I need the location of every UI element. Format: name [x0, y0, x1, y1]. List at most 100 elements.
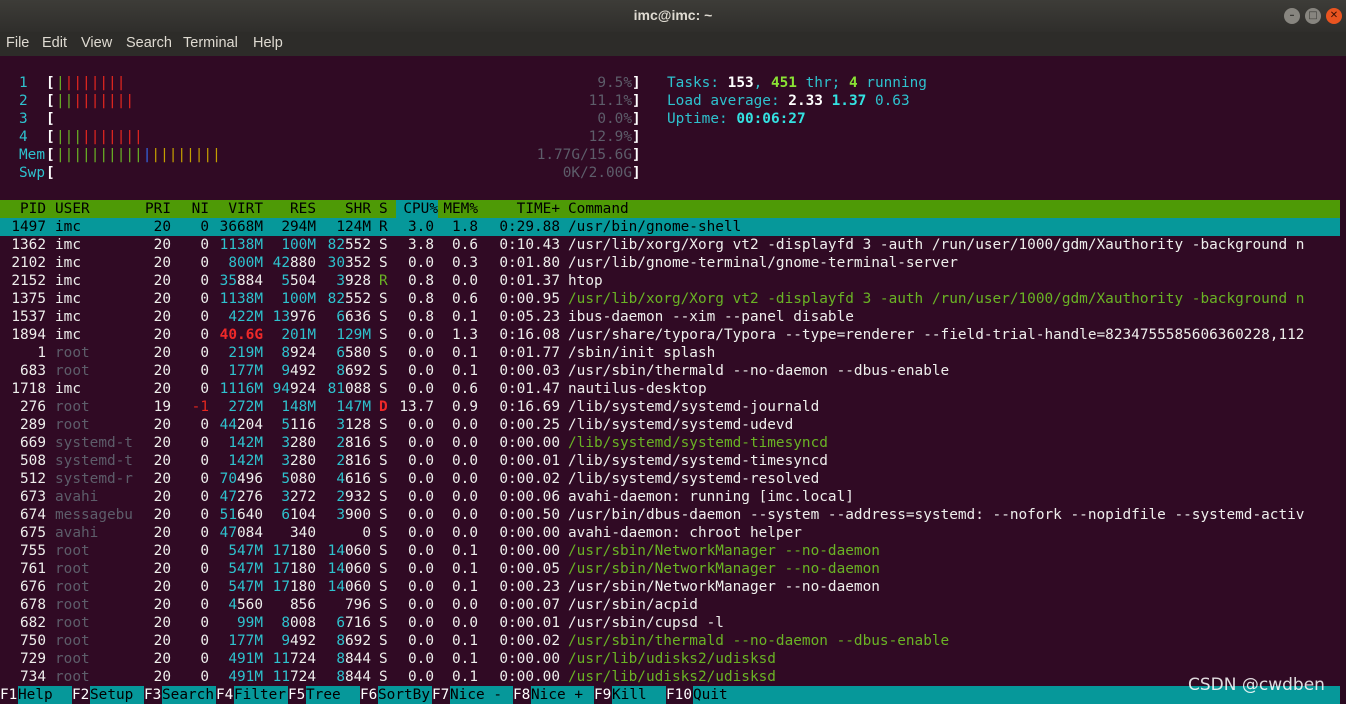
- process-row[interactable]: 673 avahi 20 0 47276 3272 2932 S 0.0 0.0 0:00.06 av…: [0, 488, 1340, 506]
- ni-column-header[interactable]: NI: [176, 200, 209, 218]
- pri-column-header[interactable]: PRI: [140, 200, 171, 218]
- process-row[interactable]: 674 messagebu 20 0 51640 6104 3900 S 0.0 0.0 0:00.…: [0, 506, 1340, 524]
- meter-bracket-close: ]: [632, 147, 641, 163]
- menu-help[interactable]: Help: [253, 35, 283, 51]
- process-row[interactable]: 1375 imc 20 0 1138M 100M 82552 S 0.8 0.6 0:00.95/u…: [0, 290, 1340, 308]
- menu-view[interactable]: View: [81, 35, 112, 51]
- process-row[interactable]: 669 systemd-t 20 0 142M 3280 2816 S 0.0 0.0 0:00.0…: [0, 434, 1340, 452]
- function-key-f8[interactable]: F8: [513, 686, 530, 704]
- res-cell: 17180: [272, 561, 316, 577]
- process-row[interactable]: 512 systemd-r 20 0 70496 5080 4616 S 0.0 0.0 0:00.…: [0, 470, 1340, 488]
- process-row[interactable]: 729 root 20 0 491M 11724 8844 S 0.0 0.1 0:00.00/us…: [0, 650, 1340, 668]
- process-row[interactable]: 1894 imc 20 0 40.6G 201M 129M S 0.0 1.3 0:16.08/us…: [0, 326, 1340, 344]
- pri-cell: 20: [153, 435, 171, 451]
- scrollbar[interactable]: [1340, 56, 1346, 704]
- function-label-setup[interactable]: Setup: [90, 686, 144, 704]
- process-row[interactable]: 1718 imc 20 0 1116M 94924 81088 S 0.0 0.6 0:01.47 n…: [0, 380, 1340, 398]
- time-column-header[interactable]: TIME+: [494, 200, 560, 218]
- menu-search[interactable]: Search: [126, 35, 172, 51]
- function-key-f6[interactable]: F6: [360, 686, 377, 704]
- function-label-search[interactable]: Search: [162, 686, 216, 704]
- function-key-f9[interactable]: F9: [594, 686, 611, 704]
- user-column-header[interactable]: USER: [55, 200, 141, 218]
- function-label-sortby[interactable]: SortBy: [378, 686, 432, 704]
- function-key-f7[interactable]: F7: [432, 686, 449, 704]
- cmd-cell: /usr/lib/xorg/Xorg vt2 -displayfd 3 -aut…: [568, 237, 1305, 253]
- pid-column-header[interactable]: PID: [0, 200, 46, 218]
- window-titlebar[interactable]: imc@imc: ~ – □ ✕: [0, 0, 1346, 32]
- cmd-column-header[interactable]: Command: [568, 200, 1338, 218]
- time-cell: 0:00.01: [499, 615, 560, 631]
- function-label-tree[interactable]: Tree: [306, 686, 360, 704]
- virt-column-header[interactable]: VIRT: [210, 200, 263, 218]
- shr-cell: 14060: [327, 561, 371, 577]
- time-cell: 0:00.07: [499, 597, 560, 613]
- uptime: Uptime: 00:06:27: [667, 111, 806, 127]
- menu-terminal[interactable]: Terminal: [183, 35, 238, 51]
- s-cell: S: [379, 525, 388, 541]
- tasks-summary: Tasks: 153, 451 thr; 4 running: [667, 75, 927, 91]
- process-row[interactable]: 289 root 20 0 44204 5116 3128 S 0.0 0.0 0:00.25/li…: [0, 416, 1340, 434]
- shr-cell: 82552: [327, 291, 371, 307]
- process-row[interactable]: 276 root 19 -1 272M 148M 147M D 13.7 0.9 0:16.69/l…: [0, 398, 1340, 416]
- function-label-kill[interactable]: Kill: [612, 686, 666, 704]
- ni-cell: 0: [200, 255, 209, 271]
- function-label-filter[interactable]: Filter: [234, 686, 288, 704]
- function-key-f4[interactable]: F4: [216, 686, 233, 704]
- process-row[interactable]: 683 root 20 0 177M 9492 8692 S 0.0 0.1 0:00.03/usr…: [0, 362, 1340, 380]
- pid-cell: 669: [20, 435, 46, 451]
- process-row[interactable]: 1362 imc 20 0 1138M 100M 82552 S 3.8 0.6 0:10.43/u…: [0, 236, 1340, 254]
- mem-cell: 0.1: [452, 561, 478, 577]
- ni-cell: -1: [191, 399, 209, 415]
- s-cell: S: [379, 363, 388, 379]
- cpu-column-header[interactable]: CPU%: [396, 200, 438, 218]
- menu-file[interactable]: File: [6, 35, 29, 51]
- function-label-help[interactable]: Help: [18, 686, 72, 704]
- res-column-header[interactable]: RES: [266, 200, 316, 218]
- process-row[interactable]: 682 root 20 0 99M 8008 6716 S 0.0 0.0 0:00.01/usr/…: [0, 614, 1340, 632]
- process-row[interactable]: 1497 imc 20 0 3668M 294M 124M R 3.0 1.8 0:29.88/us…: [0, 218, 1340, 236]
- menu-edit[interactable]: Edit: [42, 35, 67, 51]
- res-cell: 11724: [272, 669, 316, 685]
- function-key-f10[interactable]: F10: [666, 686, 692, 704]
- maximize-icon[interactable]: □: [1305, 8, 1321, 24]
- function-key-f1[interactable]: F1: [0, 686, 17, 704]
- pid-cell: 676: [20, 579, 46, 595]
- function-label-nice[interactable]: Nice +: [531, 686, 594, 704]
- function-key-f3[interactable]: F3: [144, 686, 161, 704]
- function-label-nice[interactable]: Nice -: [450, 686, 513, 704]
- process-row[interactable]: 750 root 20 0 177M 9492 8692 S 0.0 0.1 0:00.02/usr…: [0, 632, 1340, 650]
- process-row[interactable]: 678 root 20 0 4560 856 796 S 0.0 0.0 0:00.07/usr/s…: [0, 596, 1340, 614]
- process-row[interactable]: 761 root 20 0 547M 17180 14060 S 0.0 0.1 0:00.05/u…: [0, 560, 1340, 578]
- cmd-cell: nautilus-desktop: [568, 381, 707, 397]
- s-cell: S: [379, 597, 388, 613]
- close-icon[interactable]: ✕: [1326, 8, 1342, 24]
- minimize-icon[interactable]: –: [1284, 8, 1300, 24]
- s-column-header[interactable]: S: [379, 200, 389, 218]
- function-key-f5[interactable]: F5: [288, 686, 305, 704]
- process-row[interactable]: 734 root 20 0 491M 11724 8844 S 0.0 0.1 0:00.00/us…: [0, 668, 1340, 686]
- s-cell: S: [379, 507, 388, 523]
- process-row[interactable]: 675 avahi 20 0 47084 340 0 S 0.0 0.0 0:00.00 avahi-…: [0, 524, 1340, 542]
- watermark: CSDN @cwdben: [1188, 675, 1325, 695]
- process-row[interactable]: 1 root 20 0 219M 8924 6580 S 0.0 0.1 0:01.77/sbin/…: [0, 344, 1340, 362]
- function-key-f2[interactable]: F2: [72, 686, 89, 704]
- process-row[interactable]: 2152 imc 20 0 35884 5504 3928 R 0.8 0.0 0:01.37 hto…: [0, 272, 1340, 290]
- process-row[interactable]: 755 root 20 0 547M 17180 14060 S 0.0 0.1 0:00.00/u…: [0, 542, 1340, 560]
- cmd-cell: /lib/systemd/systemd-timesyncd: [568, 435, 828, 451]
- process-row[interactable]: 508 systemd-t 20 0 142M 3280 2816 S 0.0 0.0 0:00.0…: [0, 452, 1340, 470]
- process-row[interactable]: 676 root 20 0 547M 17180 14060 S 0.0 0.1 0:00.23/u…: [0, 578, 1340, 596]
- time-cell: 0:00.02: [499, 471, 560, 487]
- user-cell: root: [55, 399, 90, 415]
- meter-bracket-close: ]: [632, 165, 641, 181]
- process-row[interactable]: 1537 imc 20 0 422M 13976 6636 S 0.8 0.1 0:05.23 ibu…: [0, 308, 1340, 326]
- shr-cell: 8692: [336, 633, 371, 649]
- shr-cell: 129M: [336, 327, 371, 343]
- shr-column-header[interactable]: SHR: [320, 200, 371, 218]
- mem-column-header[interactable]: MEM%: [440, 200, 478, 218]
- cmd-cell: avahi-daemon: chroot helper: [568, 525, 802, 541]
- mem-cell: 0.1: [452, 309, 478, 325]
- process-row[interactable]: 2102 imc 20 0 800M 42880 30352 S 0.0 0.3 0:01.80/u…: [0, 254, 1340, 272]
- terminal-area[interactable]: 1[|||||||| 9.5%] 2[||||||||| 11.1%] 3[0.0%] 4…: [0, 56, 1340, 704]
- res-cell: 8924: [281, 345, 316, 361]
